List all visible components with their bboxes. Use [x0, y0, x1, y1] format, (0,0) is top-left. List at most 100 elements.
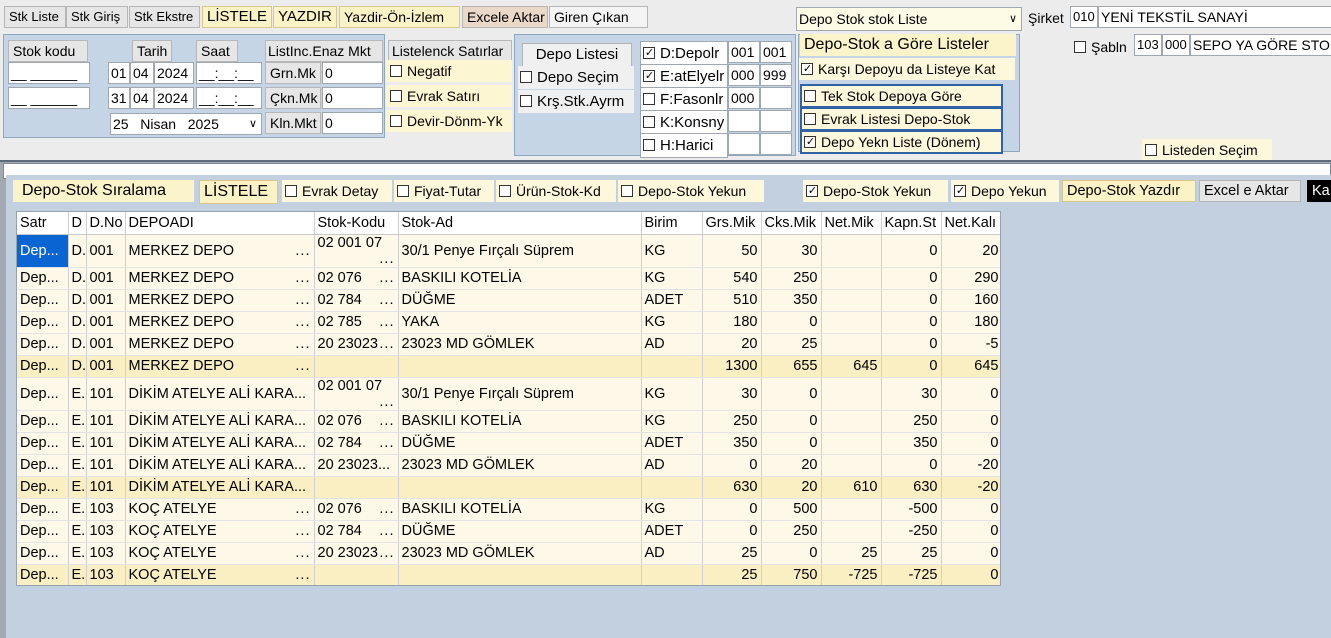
- col-grs-mik-cell[interactable]: 50: [702, 234, 762, 268]
- col-stok-kodu-header[interactable]: Stok-Kodu: [314, 212, 399, 235]
- col-grs-mik-cell[interactable]: 510: [702, 289, 762, 312]
- col-kapn-st-cell[interactable]: -500: [881, 498, 942, 521]
- col-depo-no-cell[interactable]: 103: [86, 520, 126, 543]
- table-row[interactable]: Dep... E. 101 DİKİM ATELYE ALİ KARA... 20 23…: [17, 454, 1000, 477]
- col-net-kali-cell[interactable]: 0: [941, 564, 1000, 585]
- col-depo-adi-header[interactable]: DEPOADI: [125, 212, 315, 235]
- min-grn-field[interactable]: 0: [322, 62, 383, 84]
- col-stok-kodu-cell[interactable]: 20 23023...: [314, 333, 399, 356]
- stok-liste-button[interactable]: Stk Liste: [4, 6, 66, 28]
- col-birim-cell[interactable]: KG: [641, 498, 703, 521]
- col-net-mik-cell[interactable]: [821, 267, 882, 290]
- col-birim-cell[interactable]: KG: [641, 267, 703, 290]
- col-grs-mik-cell[interactable]: 0: [702, 520, 762, 543]
- col-net-mik-cell[interactable]: 25: [821, 542, 882, 565]
- col-cks-mik-cell[interactable]: 0: [761, 377, 822, 411]
- ellipsis-icon[interactable]: ...: [295, 523, 310, 539]
- col-net-kali-cell[interactable]: 180: [941, 311, 1000, 334]
- col-stok-ad-cell[interactable]: [398, 564, 642, 585]
- table-row[interactable]: Dep... E. 101 DİKİM ATELYE ALİ KARA... 02 78…: [17, 432, 1000, 455]
- company-name-field[interactable]: YENİ TEKSTİL SANAYİ: [1098, 6, 1331, 28]
- col-birim-cell[interactable]: KG: [641, 410, 703, 433]
- col-satr-cell[interactable]: Dep...: [17, 234, 69, 268]
- type-harici-from[interactable]: [728, 133, 760, 155]
- col-kapn-st-cell[interactable]: -725: [881, 564, 942, 585]
- col-net-mik-cell[interactable]: [821, 520, 882, 543]
- fiyat-tutar-check[interactable]: Fiyat-Tutar: [394, 180, 494, 202]
- col-stok-kodu-cell[interactable]: 02 784...: [314, 520, 399, 543]
- col-grs-mik-cell[interactable]: 30: [702, 377, 762, 411]
- col-depo-no-cell[interactable]: 101: [86, 454, 126, 477]
- col-d-cell[interactable]: E.: [68, 432, 87, 455]
- col-stok-ad-cell[interactable]: DÜĞME: [398, 520, 642, 543]
- col-net-kali-cell[interactable]: -5: [941, 333, 1000, 356]
- col-net-kali-cell[interactable]: 0: [941, 432, 1000, 455]
- col-d-cell[interactable]: E.: [68, 520, 87, 543]
- col-depo-adi-cell[interactable]: MERKEZ DEPO...: [125, 311, 315, 334]
- col-net-kali-cell[interactable]: -20: [941, 476, 1000, 499]
- col-net-kali-header[interactable]: Net.Kalı: [941, 212, 1000, 235]
- template-name-field[interactable]: SEPO YA GÖRE STOK: [1190, 34, 1331, 56]
- col-d-cell[interactable]: E.: [68, 476, 87, 499]
- col-grs-mik-cell[interactable]: 25: [702, 542, 762, 565]
- col-d-cell[interactable]: D.: [68, 333, 87, 356]
- col-depo-adi-cell[interactable]: KOÇ ATELYE...: [125, 520, 315, 543]
- col-net-mik-header[interactable]: Net.Mik: [821, 212, 882, 235]
- date-from-month[interactable]: 04: [130, 62, 154, 84]
- date-to-day[interactable]: 31: [108, 87, 130, 109]
- col-birim-cell[interactable]: KG: [641, 377, 703, 411]
- col-net-mik-cell[interactable]: 645: [821, 355, 882, 378]
- col-stok-kodu-cell[interactable]: 02 076...: [314, 267, 399, 290]
- stok-ekstre-button[interactable]: Stk Ekstre: [129, 6, 200, 28]
- col-cks-mik-cell[interactable]: 500: [761, 498, 822, 521]
- depo-yekun-check[interactable]: Depo Yekun: [951, 180, 1059, 202]
- col-net-mik-cell[interactable]: [821, 234, 882, 268]
- table-row[interactable]: Dep... E. 103 KOÇ ATELYE... 20 23023... 23023…: [17, 542, 1000, 565]
- table-row[interactable]: Dep... E. 101 DİKİM ATELYE ALİ KARA... 02 00…: [17, 377, 1000, 411]
- col-d-cell[interactable]: E.: [68, 410, 87, 433]
- template-check[interactable]: Şabln: [1074, 36, 1134, 58]
- col-d-cell[interactable]: E.: [68, 542, 87, 565]
- col-grs-mik-cell[interactable]: 350: [702, 432, 762, 455]
- type-konsinye-to[interactable]: [760, 110, 792, 132]
- col-depo-no-cell[interactable]: 103: [86, 498, 126, 521]
- ellipsis-icon[interactable]: ...: [379, 270, 394, 286]
- date-from-day[interactable]: 01: [108, 62, 130, 84]
- ellipsis-icon[interactable]: ...: [379, 435, 394, 451]
- col-net-kali-cell[interactable]: 0: [941, 520, 1000, 543]
- col-kapn-st-cell[interactable]: 0: [881, 454, 942, 477]
- excele-aktar-button[interactable]: Excele Aktar: [462, 6, 548, 28]
- date-to-year[interactable]: 2024: [154, 87, 194, 109]
- col-depo-adi-cell[interactable]: DİKİM ATELYE ALİ KARA...: [125, 454, 315, 477]
- ellipsis-icon[interactable]: ...: [295, 358, 310, 374]
- col-cks-mik-cell[interactable]: 25: [761, 333, 822, 356]
- type-atelyeler-from[interactable]: 000: [728, 64, 760, 86]
- col-satr-cell[interactable]: Dep...: [17, 432, 69, 455]
- time-to-field[interactable]: __:__:__: [196, 87, 262, 109]
- col-grs-mik-cell[interactable]: 0: [702, 454, 762, 477]
- col-depo-no-cell[interactable]: 103: [86, 542, 126, 565]
- col-birim-cell[interactable]: ADET: [641, 432, 703, 455]
- col-net-kali-cell[interactable]: -20: [941, 454, 1000, 477]
- col-stok-ad-cell[interactable]: 23023 MD GÖMLEK: [398, 542, 642, 565]
- min-ckn-field[interactable]: 0: [322, 87, 383, 109]
- excel-aktar-button[interactable]: Excel e Aktar: [1199, 180, 1301, 202]
- col-satr-cell[interactable]: Dep...: [17, 410, 69, 433]
- col-stok-kodu-cell[interactable]: [314, 476, 399, 499]
- col-birim-header[interactable]: Birim: [641, 212, 703, 235]
- col-cks-mik-cell[interactable]: 250: [761, 267, 822, 290]
- col-kapn-st-cell[interactable]: 0: [881, 355, 942, 378]
- col-satr-header[interactable]: Satr: [17, 212, 69, 235]
- col-net-kali-cell[interactable]: 0: [941, 498, 1000, 521]
- col-cks-mik-header[interactable]: Cks.Mik: [761, 212, 822, 235]
- col-depo-adi-cell[interactable]: DİKİM ATELYE ALİ KARA...: [125, 410, 315, 433]
- col-net-kali-cell[interactable]: 0: [941, 410, 1000, 433]
- depo-listesi-button[interactable]: Depo Listesi: [522, 43, 632, 67]
- col-grs-mik-cell[interactable]: 180: [702, 311, 762, 334]
- data-grid[interactable]: Satr D D.No DEPOADI Stok-Kodu Stok-Ad Birim Grs…: [16, 211, 1001, 586]
- col-grs-mik-cell[interactable]: 540: [702, 267, 762, 290]
- col-birim-cell[interactable]: [641, 564, 703, 585]
- col-kapn-st-header[interactable]: Kapn.St: [881, 212, 942, 235]
- col-stok-ad-cell[interactable]: YAKA: [398, 311, 642, 334]
- col-depo-no-cell[interactable]: 001: [86, 333, 126, 356]
